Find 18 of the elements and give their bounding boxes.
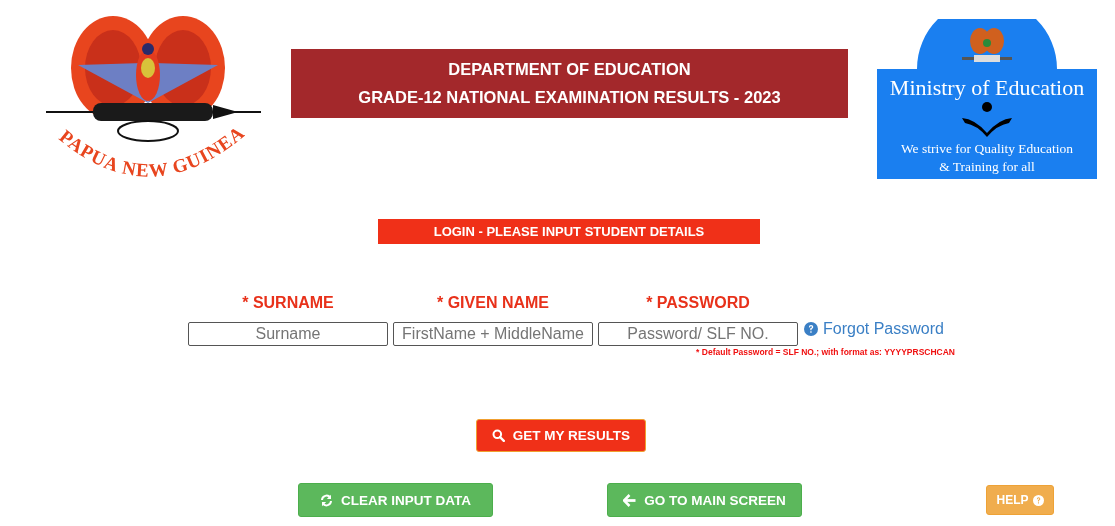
input-field[interactable]: FirstName + MiddleName: [393, 322, 593, 346]
help-button[interactable]: HELP: [986, 485, 1054, 515]
banner-title: GRADE-12 NATIONAL EXAMINATION RESULTS - 2023: [358, 88, 781, 107]
forgot-password-link[interactable]: Forgot Password: [804, 320, 944, 338]
logo-motto: & Training for all: [938, 158, 1036, 176]
logo-motto: We strive for Quality Education: [899, 140, 1075, 158]
login-heading: LOGIN - PLEASE INPUT STUDENT DETAILS: [378, 219, 760, 244]
get-results-button[interactable]: GET MY RESULTS: [476, 419, 646, 452]
field-label: * PASSWORD: [646, 294, 750, 312]
main-screen-button[interactable]: GO TO MAIN SCREEN: [607, 483, 802, 517]
password-hint: * Default Password = SLF NO.; with format as: YYYYPRSCHCAN: [696, 347, 955, 357]
input-field[interactable]: Password/ SLF NO.: [598, 322, 798, 346]
clear-input-button[interactable]: CLEAR INPUT DATA: [298, 483, 493, 517]
input-field[interactable]: Surname: [188, 322, 388, 346]
logo-title: Ministry of Education: [888, 75, 1086, 101]
field-label: * GIVEN NAME: [437, 294, 549, 312]
banner-title: DEPARTMENT OF EDUCATION: [448, 60, 691, 79]
field-label: * SURNAME: [242, 294, 334, 312]
